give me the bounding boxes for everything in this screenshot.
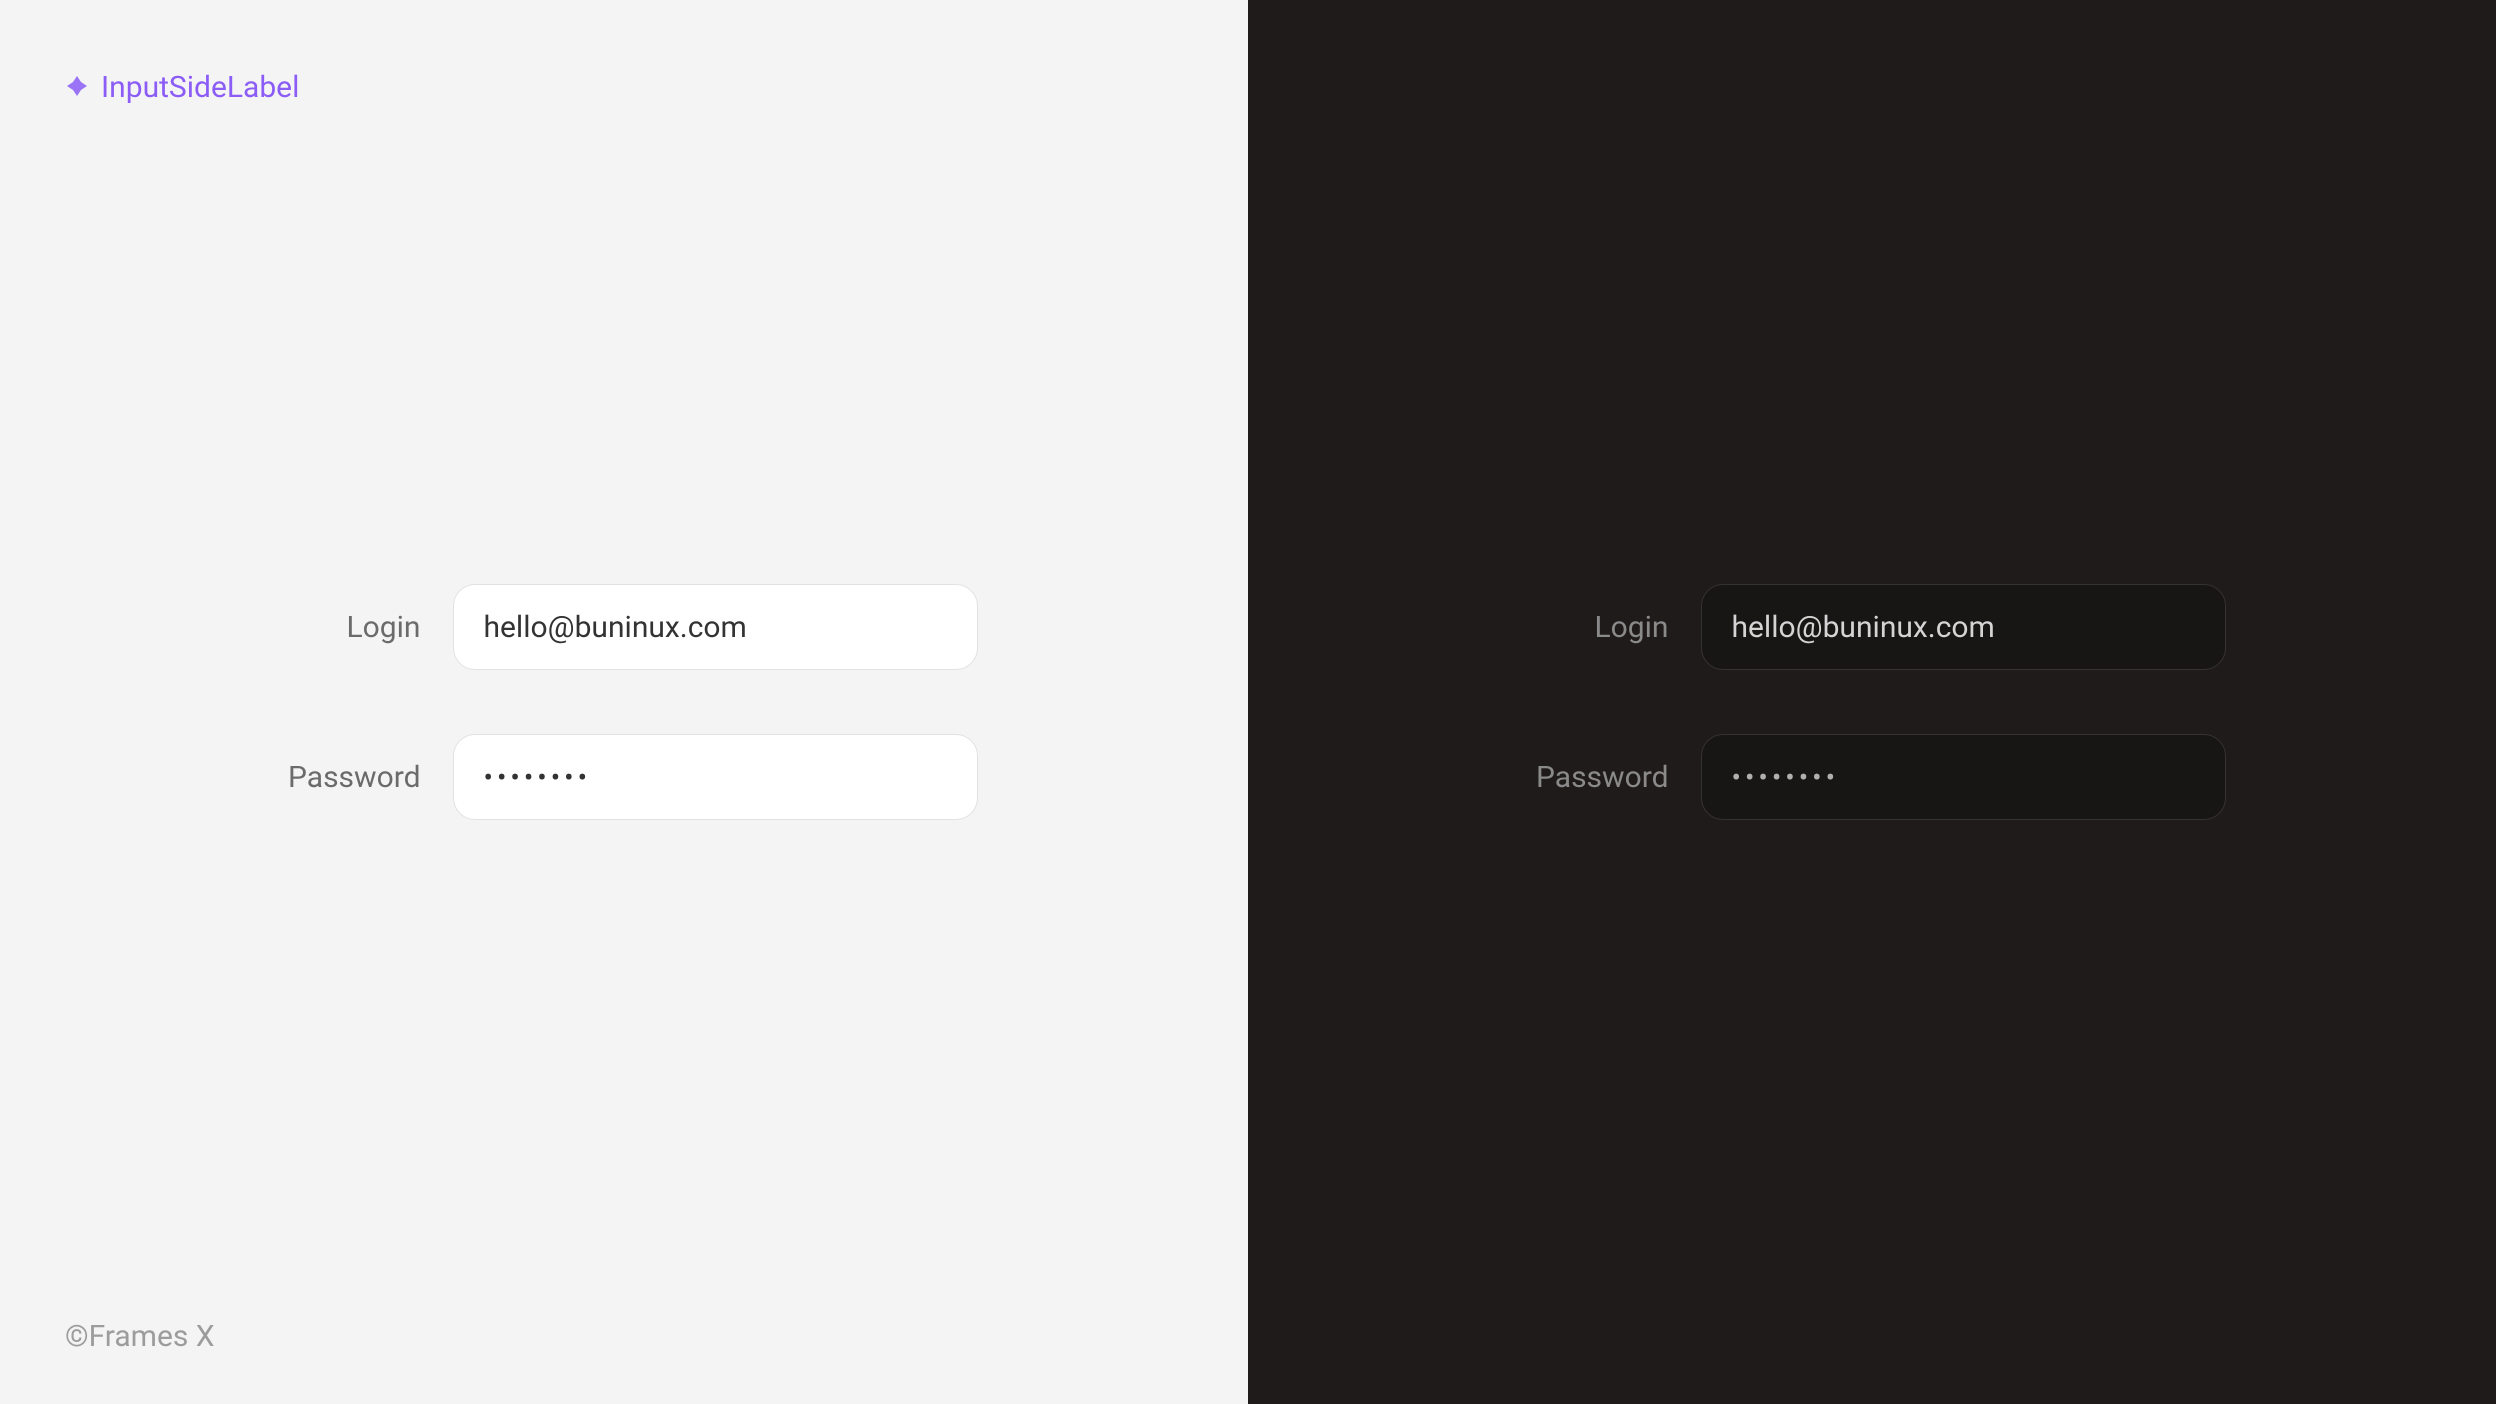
password-input-dark[interactable]	[1701, 734, 2226, 820]
dark-panel: Login Password	[1248, 0, 2496, 1404]
component-header: InputSideLabel	[65, 70, 299, 105]
password-row-light: Password	[271, 734, 978, 820]
form-group-dark: Login Password	[1519, 584, 2226, 820]
form-group-light: Login Password	[271, 584, 978, 820]
diamond-icon	[65, 74, 89, 102]
password-input-light[interactable]	[453, 734, 978, 820]
login-label-dark: Login	[1519, 610, 1669, 645]
footer-text: ©Frames X	[65, 1319, 215, 1354]
component-title: InputSideLabel	[101, 70, 299, 105]
login-label-light: Login	[271, 610, 421, 645]
login-input-dark[interactable]	[1701, 584, 2226, 670]
login-row-dark: Login	[1519, 584, 2226, 670]
login-row-light: Login	[271, 584, 978, 670]
password-label-dark: Password	[1519, 760, 1669, 795]
password-label-light: Password	[271, 760, 421, 795]
password-row-dark: Password	[1519, 734, 2226, 820]
login-input-light[interactable]	[453, 584, 978, 670]
light-panel: InputSideLabel Login Password ©Frames X	[0, 0, 1248, 1404]
